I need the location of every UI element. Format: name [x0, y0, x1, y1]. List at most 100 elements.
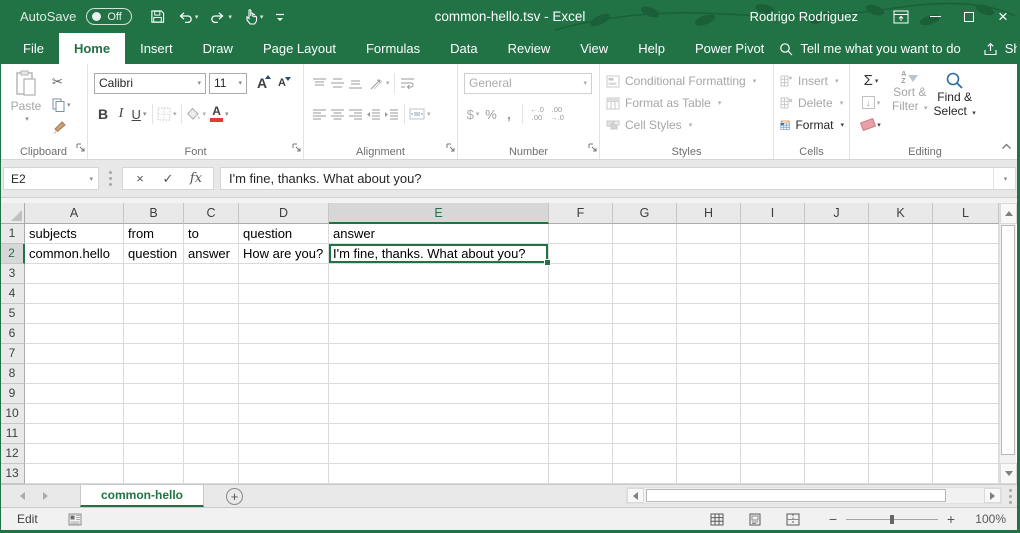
align-left-button[interactable]: [310, 103, 328, 125]
close-button[interactable]: ×: [986, 0, 1020, 33]
font-name-combo[interactable]: Calibri ▾: [94, 73, 206, 94]
row-header-6[interactable]: 6: [0, 324, 25, 344]
cell-F8[interactable]: [549, 364, 613, 384]
customize-quick-access-toolbar-button[interactable]: [275, 12, 285, 22]
tab-file[interactable]: File: [8, 33, 59, 64]
cell-L13[interactable]: [933, 464, 999, 484]
cell-F12[interactable]: [549, 444, 613, 464]
normal-view-button[interactable]: [702, 513, 732, 526]
cell-L10[interactable]: [933, 404, 999, 424]
cell-I5[interactable]: [741, 304, 805, 324]
cell-A11[interactable]: [25, 424, 124, 444]
comma-style-button[interactable]: ,: [500, 103, 518, 125]
cell-E8[interactable]: [329, 364, 549, 384]
top-align-button[interactable]: [310, 72, 328, 94]
vertical-scrollbar[interactable]: [999, 203, 1016, 484]
cell-H12[interactable]: [677, 444, 741, 464]
cell-C10[interactable]: [184, 404, 239, 424]
undo-dropdown-icon[interactable]: ▾: [195, 13, 199, 21]
cell-D5[interactable]: [239, 304, 329, 324]
cell-G7[interactable]: [613, 344, 677, 364]
cell-F11[interactable]: [549, 424, 613, 444]
cell-E7[interactable]: [329, 344, 549, 364]
format-cells-button[interactable]: Format ▾: [780, 114, 844, 136]
cell-C5[interactable]: [184, 304, 239, 324]
paste-dropdown-icon[interactable]: ▾: [25, 115, 29, 123]
cell-E1[interactable]: answer: [329, 224, 549, 244]
cell-E13[interactable]: [329, 464, 549, 484]
cell-J2[interactable]: [805, 244, 869, 264]
cell-K11[interactable]: [869, 424, 933, 444]
cell-I12[interactable]: [741, 444, 805, 464]
tab-formulas[interactable]: Formulas: [351, 33, 435, 64]
cell-K2[interactable]: [869, 244, 933, 264]
cell-I6[interactable]: [741, 324, 805, 344]
cell-A3[interactable]: [25, 264, 124, 284]
cell-H9[interactable]: [677, 384, 741, 404]
cell-I7[interactable]: [741, 344, 805, 364]
cell-A8[interactable]: [25, 364, 124, 384]
cell-J5[interactable]: [805, 304, 869, 324]
select-all-corner[interactable]: [0, 203, 25, 224]
number-format-dropdown-icon[interactable]: ▾: [583, 79, 587, 87]
tab-view[interactable]: View: [565, 33, 623, 64]
cell-J13[interactable]: [805, 464, 869, 484]
cell-J7[interactable]: [805, 344, 869, 364]
cell-A1[interactable]: subjects: [25, 224, 124, 244]
align-right-button[interactable]: [346, 103, 364, 125]
zoom-out-button[interactable]: −: [822, 511, 844, 527]
tab-power-pivot[interactable]: Power Pivot: [680, 33, 779, 64]
middle-align-button[interactable]: [328, 72, 346, 94]
cell-D2[interactable]: How are you?: [239, 244, 329, 264]
row-header-3[interactable]: 3: [0, 264, 25, 284]
cell-F5[interactable]: [549, 304, 613, 324]
cell-K12[interactable]: [869, 444, 933, 464]
row-header-10[interactable]: 10: [0, 404, 25, 424]
merge-center-button[interactable]: ▾: [409, 103, 431, 125]
cell-L11[interactable]: [933, 424, 999, 444]
format-as-table-button[interactable]: Format as Table ▾: [606, 92, 768, 114]
cell-A12[interactable]: [25, 444, 124, 464]
cell-I8[interactable]: [741, 364, 805, 384]
cell-C6[interactable]: [184, 324, 239, 344]
zoom-in-button[interactable]: +: [940, 511, 962, 527]
cell-L4[interactable]: [933, 284, 999, 304]
merge-center-dropdown-icon[interactable]: ▾: [427, 110, 431, 118]
cell-D12[interactable]: [239, 444, 329, 464]
cell-B5[interactable]: [124, 304, 184, 324]
cell-D4[interactable]: [239, 284, 329, 304]
cell-F10[interactable]: [549, 404, 613, 424]
cell-C8[interactable]: [184, 364, 239, 384]
copy-dropdown-icon[interactable]: ▾: [67, 101, 71, 109]
vertical-scrollbar-thumb[interactable]: [1001, 225, 1015, 455]
sort-filter-button[interactable]: AZ Sort & Filter ▾: [892, 70, 928, 135]
column-header-F[interactable]: F: [549, 203, 613, 224]
autosave-toggle[interactable]: Off: [86, 8, 131, 25]
cell-C1[interactable]: to: [184, 224, 239, 244]
scroll-right-button[interactable]: [984, 488, 1001, 503]
cell-G1[interactable]: [613, 224, 677, 244]
cell-K3[interactable]: [869, 264, 933, 284]
cell-I4[interactable]: [741, 284, 805, 304]
save-button[interactable]: [150, 9, 165, 24]
cell-J6[interactable]: [805, 324, 869, 344]
collapse-ribbon-button[interactable]: [1001, 137, 1012, 155]
cell-D6[interactable]: [239, 324, 329, 344]
zoom-slider[interactable]: [846, 519, 938, 520]
font-name-dropdown-icon[interactable]: ▾: [197, 79, 201, 87]
cell-H5[interactable]: [677, 304, 741, 324]
fill-color-button[interactable]: ▾: [186, 103, 207, 125]
column-header-H[interactable]: H: [677, 203, 741, 224]
cell-J9[interactable]: [805, 384, 869, 404]
tab-draw[interactable]: Draw: [188, 33, 248, 64]
cell-D8[interactable]: [239, 364, 329, 384]
cell-J4[interactable]: [805, 284, 869, 304]
conditional-formatting-dropdown-icon[interactable]: ▾: [753, 77, 757, 85]
cell-J10[interactable]: [805, 404, 869, 424]
format-painter-button[interactable]: [50, 116, 71, 139]
insert-dropdown-icon[interactable]: ▾: [835, 77, 839, 85]
row-header-2[interactable]: 2: [0, 244, 25, 264]
cell-K7[interactable]: [869, 344, 933, 364]
cell-I1[interactable]: [741, 224, 805, 244]
increase-decimal-button[interactable]: ←.0.00: [527, 106, 547, 122]
